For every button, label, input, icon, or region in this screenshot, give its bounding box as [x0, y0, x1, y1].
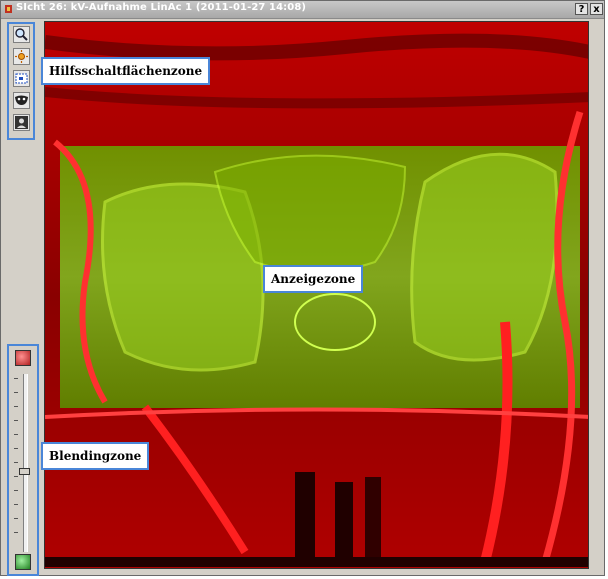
- sun-icon: [15, 50, 28, 63]
- green-blend-button[interactable]: [15, 554, 31, 570]
- blending-zone: [7, 344, 39, 576]
- image-display-zone[interactable]: [44, 21, 589, 569]
- slider-tick: [14, 392, 18, 393]
- callout-blend-zone: Blendingzone: [41, 442, 150, 470]
- title-bar[interactable]: SIcht 26: kV-Aufnahme LinAc 1 (2011-01-2…: [1, 1, 604, 19]
- portrait-icon: [15, 116, 28, 129]
- blend-slider-thumb[interactable]: [19, 468, 30, 476]
- slider-tick: [14, 462, 18, 463]
- close-button[interactable]: x: [590, 3, 603, 15]
- callout-help-zone: Hilfsschaltflächenzone: [41, 57, 211, 85]
- blend-slider-track[interactable]: [23, 374, 28, 552]
- help-button-zone: [7, 22, 35, 140]
- brightness-button[interactable]: [13, 48, 30, 65]
- mask-icon: [15, 95, 28, 105]
- slider-tick: [14, 532, 18, 533]
- slider-tick: [14, 434, 18, 435]
- slider-tick: [14, 476, 18, 477]
- select-button[interactable]: [13, 70, 30, 87]
- slider-tick: [14, 448, 18, 449]
- slider-tick: [14, 490, 18, 491]
- app-icon: [5, 5, 12, 13]
- help-button[interactable]: ?: [575, 3, 588, 15]
- xray-image: [45, 22, 588, 568]
- slider-tick: [14, 518, 18, 519]
- portrait-button[interactable]: [13, 114, 30, 131]
- window-title: SIcht 26: kV-Aufnahme LinAc 1 (2011-01-2…: [16, 2, 307, 13]
- slider-tick: [14, 406, 18, 407]
- slider-tick: [14, 420, 18, 421]
- select-icon: [15, 73, 28, 84]
- zoom-icon: [15, 28, 28, 41]
- red-blend-button[interactable]: [15, 350, 31, 366]
- slider-tick: [14, 504, 18, 505]
- callout-display-zone: Anzeigezone: [263, 265, 364, 293]
- mask-button[interactable]: [13, 92, 30, 109]
- slider-tick: [14, 378, 18, 379]
- zoom-button[interactable]: [13, 26, 30, 43]
